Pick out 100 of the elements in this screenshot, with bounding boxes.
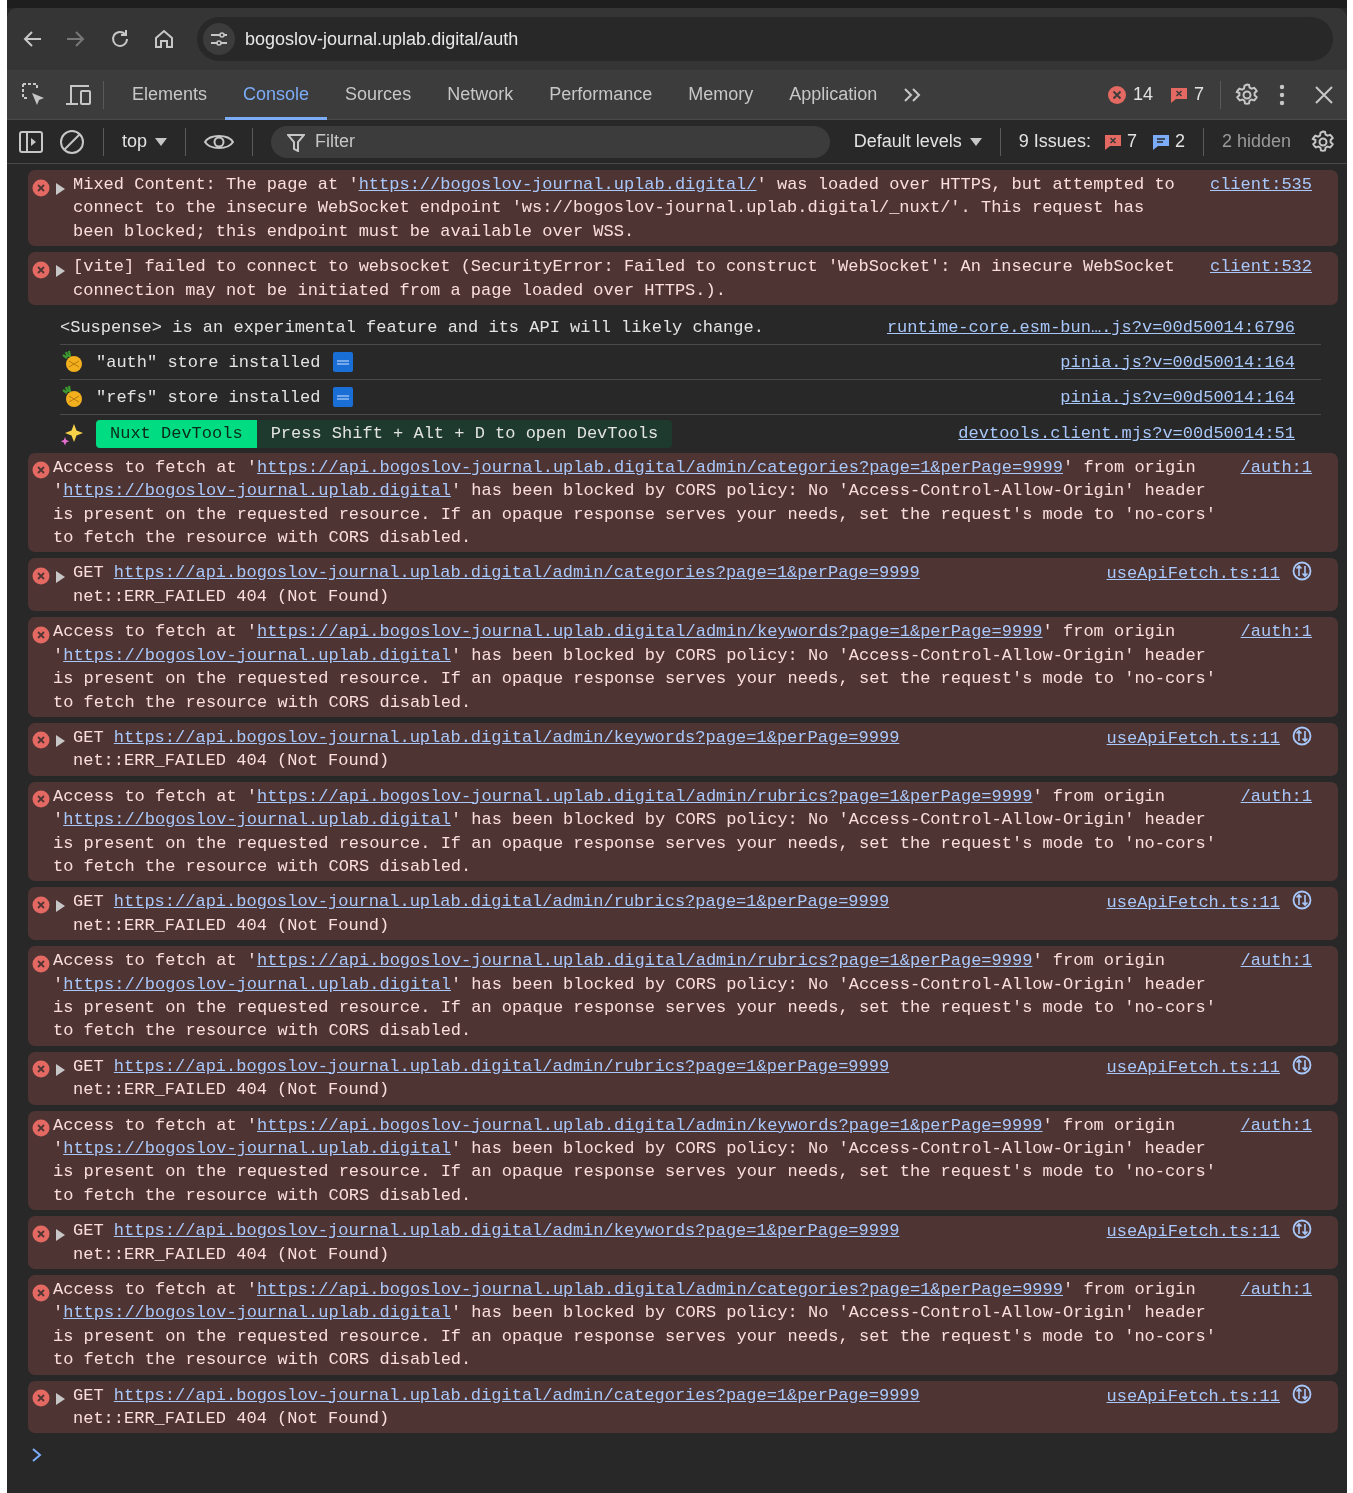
- url-link[interactable]: https://bogoslov-journal.uplab.digital: [63, 1139, 451, 1158]
- hidden-count: 2 hidden: [1221, 130, 1291, 153]
- context-dropdown[interactable]: top: [122, 128, 168, 155]
- error-icon: [32, 625, 50, 644]
- error-icon: [32, 567, 50, 585]
- expand-triangle-icon[interactable]: [53, 898, 67, 913]
- message-text: [vite] failed to connect to websocket (SecurityError: Failed to construct 'WebSocket': An insecure WebSocket connection may not be initiated from a page loaded over HTTPS.).: [73, 256, 1176, 302]
- devtools-tab[interactable]: Network: [429, 69, 532, 120]
- site-info-button[interactable]: [203, 23, 235, 55]
- message-text: "refs" store installed: [96, 386, 321, 409]
- home-icon[interactable]: [153, 28, 175, 50]
- source-link[interactable]: useApiFetch.ts:11: [1106, 564, 1280, 584]
- close-icon[interactable]: [1315, 85, 1333, 104]
- source-link[interactable]: runtime-core.esm-bun….js?v=00d50014:6796: [886, 316, 1295, 340]
- network-request-icon[interactable]: [1292, 1383, 1312, 1404]
- source-link[interactable]: /auth:1: [1240, 949, 1312, 973]
- source-link[interactable]: /auth:1: [1240, 620, 1312, 644]
- url-link[interactable]: https://api.bogoslov-journal.uplab.digital/admin/rubrics?page=1&perPage=9999: [113, 1056, 890, 1076]
- devtools-tab[interactable]: Performance: [531, 69, 671, 120]
- url-link[interactable]: https://api.bogoslov-journal.uplab.digital/admin/categories?page=1&perPage=9999: [257, 1280, 1063, 1300]
- message-text: GET https://api.bogoslov-journal.uplab.digital/admin/keywords?page=1&perPage=9999: [73, 726, 901, 749]
- source-link[interactable]: /auth:1: [1240, 784, 1312, 809]
- more-options-icon[interactable]: [1279, 83, 1285, 106]
- caret-icon: [969, 137, 982, 146]
- settings-icon[interactable]: [1235, 82, 1259, 107]
- source-link[interactable]: client:535: [1209, 173, 1312, 197]
- url-link[interactable]: https://api.bogoslov-journal.uplab.digital/admin/keywords?page=1&perPage=9999: [113, 1221, 900, 1241]
- source-link[interactable]: pinia.js?v=00d50014:164: [1060, 385, 1295, 410]
- url-link[interactable]: https://api.bogoslov-journal.uplab.digital/admin/keywords?page=1&perPage=9999: [113, 727, 900, 747]
- message-text: Access to fetch at 'https://api.bogoslov-journal.uplab.digital/admin/rubrics?page=1&perPage=9999' from origin 'https://bogoslov-journal.uplab.digital' has been blocked by CORS policy: No 'Access-Control-Allow-Origin' header is present on the requested resource. If an opaque response serves your needs, set the request's mode to 'no-cors' to fetch the resource with CORS disabled.: [53, 785, 1217, 878]
- url-link[interactable]: https://api.bogoslov-journal.uplab.digital/admin/keywords?page=1&perPage=9999: [257, 1115, 1043, 1135]
- source-link[interactable]: /auth:1: [1240, 1113, 1312, 1137]
- url-link[interactable]: https://api.bogoslov-journal.uplab.digital/admin/rubrics?page=1&perPage=9999: [113, 892, 890, 912]
- device-toolbar-icon[interactable]: [65, 82, 93, 107]
- error-icon: [1106, 84, 1127, 105]
- log-levels-dropdown[interactable]: Default levels: [853, 128, 982, 155]
- network-request-icon[interactable]: [1292, 725, 1312, 746]
- source-link[interactable]: /auth:1: [1240, 455, 1312, 480]
- network-request-icon[interactable]: [1292, 890, 1312, 911]
- url-link[interactable]: https://api.bogoslov-journal.uplab.digital/admin/categories?page=1&perPage=9999: [113, 563, 920, 583]
- devtools-tab[interactable]: Elements: [114, 69, 226, 120]
- url-link[interactable]: https://bogoslov-journal.uplab.digital: [63, 481, 451, 501]
- url-link[interactable]: https://bogoslov-journal.uplab.digital: [63, 974, 451, 994]
- network-request-icon[interactable]: [1292, 1054, 1312, 1075]
- source-link[interactable]: devtools.client.mjs?v=00d50014:51: [958, 422, 1295, 446]
- url-link[interactable]: https://api.bogoslov-journal.uplab.digital/admin/categories?page=1&perPage=9999: [257, 457, 1063, 477]
- error-icon: [32, 731, 50, 750]
- source-link[interactable]: client:532: [1209, 255, 1312, 279]
- nuxt-devtools-label: Nuxt DevTools: [96, 420, 257, 448]
- message-text: "auth" store installed: [96, 351, 321, 374]
- expand-triangle-icon[interactable]: [53, 263, 67, 278]
- error-icon: [32, 954, 50, 973]
- url-link[interactable]: https://api.bogoslov-journal.uplab.digital/admin/keywords?page=1&perPage=9999: [257, 622, 1043, 642]
- source-link[interactable]: useApiFetch.ts:11: [1106, 893, 1280, 913]
- url-link[interactable]: https://api.bogoslov-journal.uplab.digital/admin/rubrics?page=1&perPage=9999: [257, 786, 1033, 806]
- issues-button[interactable]: 9 Issues: 7 2: [1018, 128, 1185, 155]
- url-link[interactable]: https://bogoslov-journal.uplab.digital: [63, 645, 451, 665]
- error-icon: [32, 178, 50, 197]
- error-icon: [32, 1389, 50, 1408]
- source-link[interactable]: useApiFetch.ts:11: [1106, 1057, 1280, 1077]
- message-text: GET https://api.bogoslov-journal.uplab.digital/admin/categories?page=1&perPage=9999: [73, 562, 921, 585]
- devtools-tab[interactable]: Application: [771, 69, 896, 120]
- devtools-tab[interactable]: Memory: [670, 69, 772, 120]
- pineapple-icon: [60, 385, 84, 410]
- message-text: Access to fetch at 'https://api.bogoslov-journal.uplab.digital/admin/categories?page=1&perPage=9999' from origin 'https://bogoslov-journal.uplab.digital' has been blocked by CORS policy: No 'Access-Control-Allow-Origin' header is present on the requested resource. If an opaque response serves your needs, set the request's mode to 'no-cors' to fetch the resource with CORS disabled.: [53, 1279, 1217, 1372]
- source-link[interactable]: useApiFetch.ts:11: [1106, 1386, 1280, 1406]
- clear-console-icon[interactable]: [59, 128, 85, 155]
- expand-triangle-icon[interactable]: [53, 1392, 67, 1407]
- source-link[interactable]: useApiFetch.ts:11: [1106, 1222, 1280, 1242]
- error-count: 14: [1132, 83, 1153, 106]
- issue-count: 7: [1194, 83, 1204, 106]
- prompt-chevron-icon[interactable]: [31, 1448, 43, 1462]
- source-link[interactable]: useApiFetch.ts:11: [1106, 728, 1280, 748]
- sidebar-toggle-icon[interactable]: [19, 130, 43, 153]
- source-link[interactable]: pinia.js?v=00d50014:164: [1060, 350, 1295, 375]
- message-text: Mixed Content: The page at 'https://bogoslov-journal.uplab.digital/' was loaded over HTTPS, but attempted to connect to the insecure WebSocket endpoint 'ws://bogoslov-journal.uplab.digital/_nuxt/'. This request has been blocked; this endpoint must be available over WSS.: [73, 174, 1176, 243]
- url-link[interactable]: https://bogoslov-journal.uplab.digital: [63, 810, 451, 830]
- caret-icon: [155, 137, 168, 146]
- url-link[interactable]: https://bogoslov-journal.uplab.digital: [63, 1303, 451, 1323]
- url-link[interactable]: https://bogoslov-journal.uplab.digital/: [358, 175, 757, 194]
- network-request-icon[interactable]: [1292, 561, 1312, 582]
- filter-field[interactable]: Filter: [271, 125, 830, 158]
- expand-triangle-icon[interactable]: [53, 181, 67, 196]
- expand-triangle-icon[interactable]: [53, 1063, 67, 1078]
- error-icon: [32, 1224, 50, 1243]
- reload-icon[interactable]: [109, 28, 131, 50]
- url-link[interactable]: https://api.bogoslov-journal.uplab.digital/admin/categories?page=1&perPage=9999: [113, 1385, 920, 1405]
- settings-icon[interactable]: [1311, 129, 1335, 154]
- devtools-tab[interactable]: Sources: [327, 69, 430, 120]
- source-link[interactable]: /auth:1: [1240, 1278, 1312, 1302]
- filter-icon: [287, 133, 306, 152]
- error-icon: [32, 260, 50, 279]
- address-text[interactable]: bogoslov-journal.uplab.digital/auth: [245, 25, 519, 53]
- expand-triangle-icon[interactable]: [53, 734, 67, 749]
- new-tag-icon: [332, 386, 355, 409]
- url-link[interactable]: https://api.bogoslov-journal.uplab.digital/admin/rubrics?page=1&perPage=9999: [257, 951, 1033, 971]
- sparkles-icon: [60, 422, 84, 447]
- network-request-icon[interactable]: [1292, 1219, 1312, 1240]
- expand-triangle-icon[interactable]: [53, 1227, 67, 1242]
- expand-triangle-icon[interactable]: [53, 570, 67, 584]
